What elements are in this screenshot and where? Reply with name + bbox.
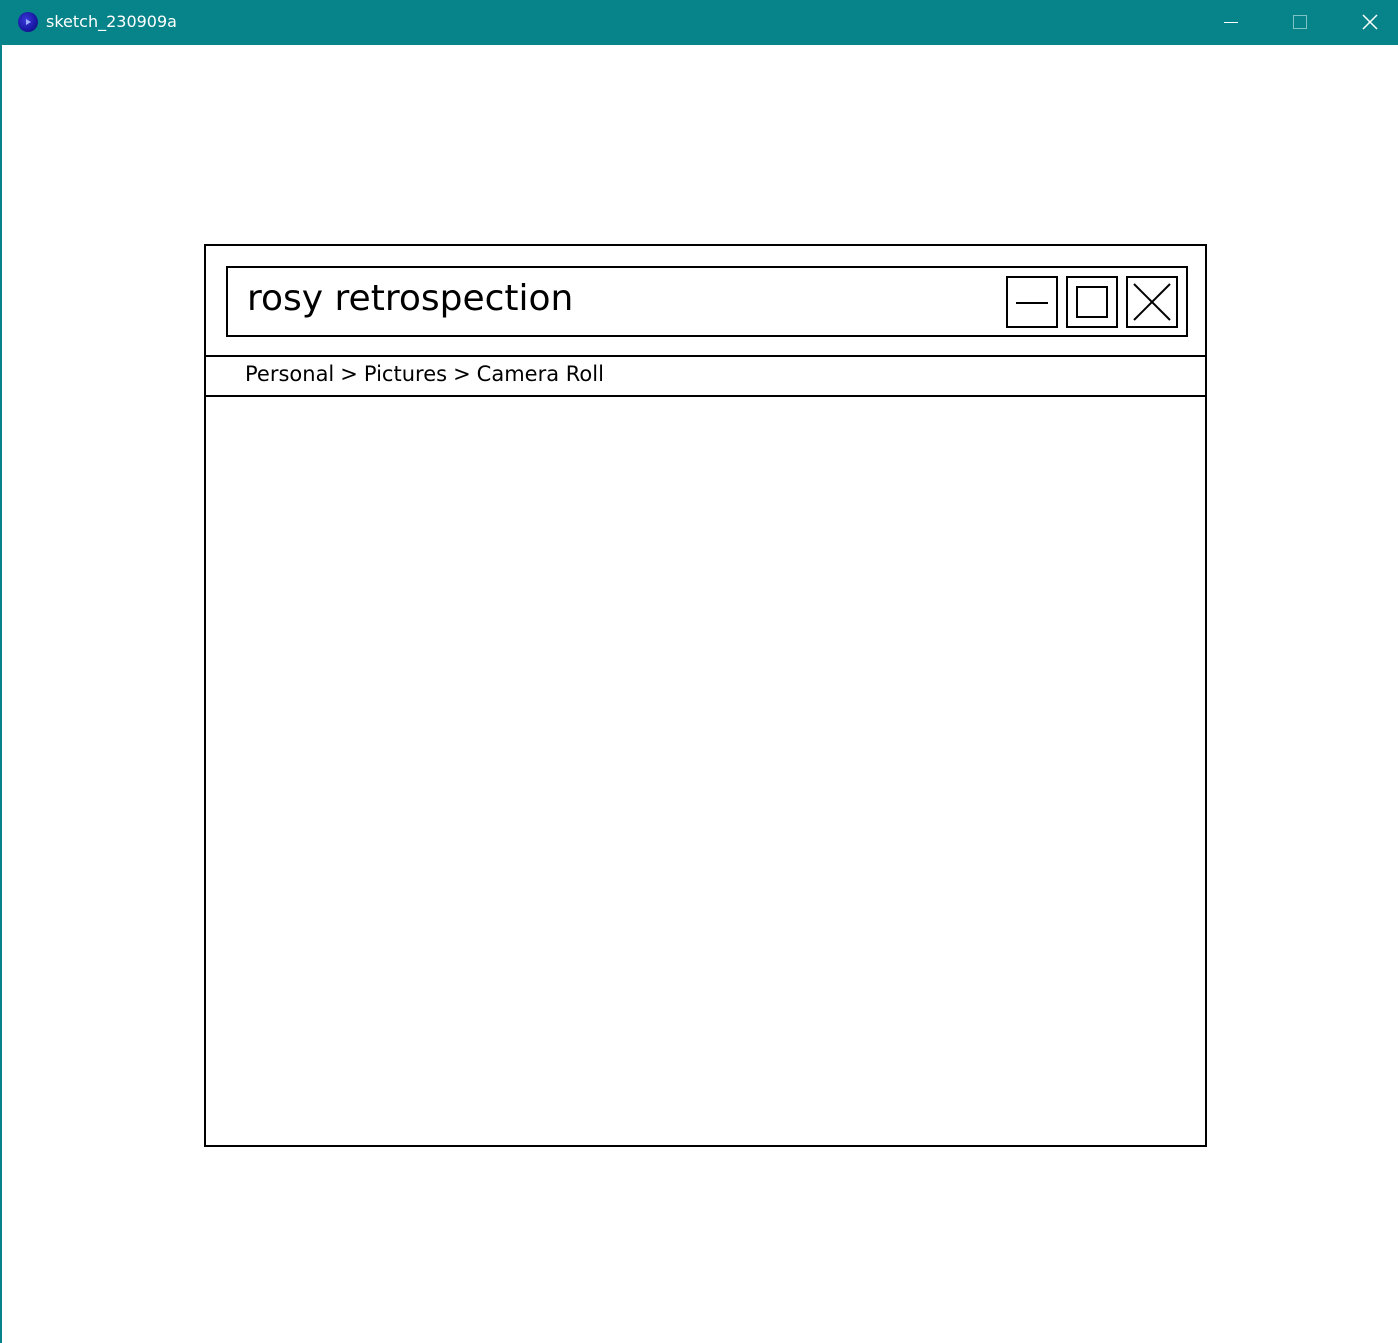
os-title-bar[interactable]: sketch_230909a — [2, 0, 1398, 45]
close-button[interactable] — [1335, 0, 1398, 45]
breadcrumb-separator: > — [340, 362, 358, 386]
close-icon — [1133, 283, 1171, 321]
sketch-title-bar: rosy retrospection — [226, 266, 1188, 337]
breadcrumb-item-camera-roll[interactable]: Camera Roll — [477, 362, 604, 386]
breadcrumb: Personal > Pictures > Camera Roll — [245, 359, 604, 389]
minimize-button[interactable] — [1196, 0, 1266, 45]
sketch-title: rosy retrospection — [247, 278, 574, 319]
content-area — [206, 397, 1205, 1145]
app-window: sketch_230909a rosy retrospection Person… — [0, 0, 1398, 1343]
breadcrumb-separator: > — [453, 362, 471, 386]
close-icon — [1362, 14, 1378, 30]
maximize-icon — [1076, 286, 1108, 318]
app-icon — [18, 12, 38, 32]
minimize-icon — [1224, 22, 1238, 23]
breadcrumb-item-personal[interactable]: Personal — [245, 362, 334, 386]
maximize-button[interactable] — [1264, 0, 1334, 45]
sketch-minimize-button[interactable] — [1006, 276, 1058, 328]
window-title: sketch_230909a — [46, 12, 177, 31]
minimize-icon — [1016, 302, 1048, 304]
sketch-close-button[interactable] — [1126, 276, 1178, 328]
breadcrumb-item-pictures[interactable]: Pictures — [364, 362, 447, 386]
maximize-icon — [1293, 15, 1307, 29]
sketch-window: rosy retrospection Personal > Pictures >… — [204, 244, 1207, 1147]
divider — [206, 355, 1205, 357]
sketch-maximize-button[interactable] — [1066, 276, 1118, 328]
